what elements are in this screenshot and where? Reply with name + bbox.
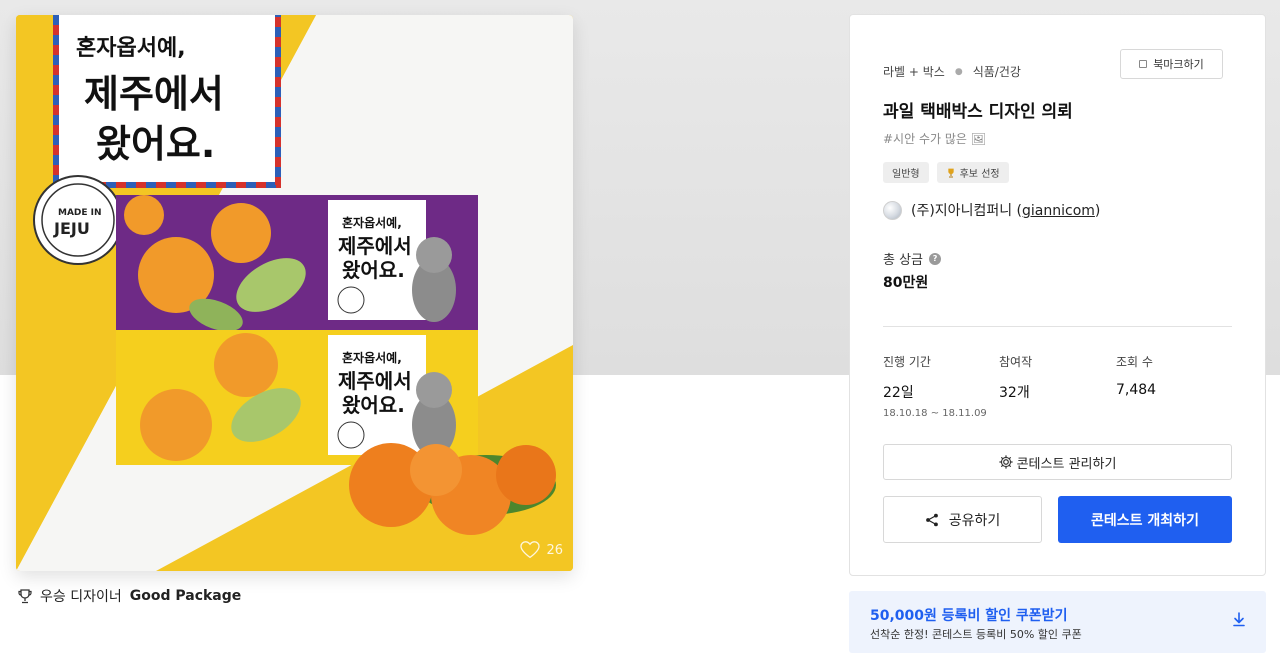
jeju-stamp-icon: MADE IN JEJU [33, 175, 123, 265]
trophy-icon [18, 588, 32, 603]
badge-candidate: 후보 선정 [936, 162, 1009, 183]
svg-text:혼자옵서예,: 혼자옵서예, [342, 215, 402, 230]
contest-hero-image[interactable]: 혼자옵서예, 제주에서 왔어요. MADE IN JEJU 혼자옵서예, 제주에… [16, 15, 573, 571]
stat-views: 조회 수 7,484 [1116, 353, 1156, 398]
svg-text:혼자옵서예,: 혼자옵서예, [76, 36, 186, 61]
purple-box-illustration: 혼자옵서예, 제주에서 왔어요. [116, 195, 478, 332]
coupon-title: 50,000원 등록비 할인 쿠폰받기 [870, 608, 1068, 624]
help-icon[interactable]: ? [929, 252, 942, 265]
period-range: 18.10.18 ~ 18.11.09 [883, 408, 987, 419]
coupon-banner[interactable]: 50,000원 등록비 할인 쿠폰받기 선착순 한정! 콘테스트 등록비 50%… [849, 591, 1266, 653]
download-icon[interactable] [1232, 612, 1246, 627]
prize-value: 80만원 [883, 275, 929, 291]
yellow-box-illustration: 혼자옵서예, 제주에서 왔어요. [116, 330, 478, 465]
winner-designer: 우승 디자이너 Good Package [18, 586, 241, 606]
contest-info-card: 라벨 + 박스 ● 식품/건강 북마크하기 과일 택배박스 디자인 의뢰 #시안… [849, 14, 1266, 576]
winner-name[interactable]: Good Package [130, 588, 242, 604]
category-breadcrumb: 라벨 + 박스 ● 식품/건강 [883, 63, 1021, 80]
gear-icon [998, 455, 1013, 469]
separator-dot: ● [954, 66, 963, 77]
svg-text:제주에서: 제주에서 [84, 72, 224, 116]
manage-contest-label: 콘테스트 관리하기 [1016, 456, 1117, 472]
contest-title: 과일 택배박스 디자인 의뢰 [883, 102, 1073, 122]
prize-label: 총 상금 ? [883, 249, 942, 268]
divider [883, 326, 1232, 327]
heart-icon [520, 541, 541, 559]
trophy-icon [947, 168, 954, 178]
company-info: (주)지아니컴퍼니 (giannicom) [883, 200, 1100, 220]
category-field[interactable]: 식품/건강 [973, 63, 1021, 80]
coupon-subtitle: 선착순 한정! 콘테스트 등록비 50% 할인 쿠폰 [870, 628, 1082, 641]
category-type[interactable]: 라벨 + 박스 [883, 63, 945, 80]
share-button[interactable]: 공유하기 [883, 496, 1042, 543]
hero-illustration: 혼자옵서예, 제주에서 왔어요. MADE IN JEJU 혼자옵서예, 제주에… [16, 15, 573, 571]
host-contest-button[interactable]: 콘테스트 개최하기 [1058, 496, 1232, 543]
svg-text:혼자옵서예,: 혼자옵서예, [342, 350, 402, 365]
share-label: 공유하기 [948, 512, 1001, 529]
prize-label-text: 총 상금 [883, 253, 924, 268]
host-contest-label: 콘테스트 개최하기 [1091, 512, 1199, 529]
svg-text:제주에서: 제주에서 [338, 369, 412, 393]
svg-text:JEJU: JEJU [53, 219, 90, 238]
bookmark-label: 북마크하기 [1153, 58, 1204, 71]
period-value: 22일 [883, 385, 914, 401]
svg-text:제주에서: 제주에서 [338, 234, 412, 258]
views-label: 조회 수 [1116, 355, 1153, 369]
winner-prefix: 우승 디자이너 [40, 589, 122, 605]
contest-tagline: #시안 수가 많은 🖼 [883, 132, 986, 146]
svg-text:왔어요.: 왔어요. [342, 393, 405, 417]
share-icon [925, 513, 938, 526]
manage-contest-button[interactable]: 콘테스트 관리하기 [883, 444, 1232, 480]
badge-type: 일반형 [883, 162, 929, 183]
company-profile-link[interactable]: giannicom [1022, 203, 1095, 219]
like-counter[interactable]: 26 [520, 541, 563, 559]
company-logo-icon [883, 200, 902, 220]
badge-type-label: 일반형 [892, 169, 920, 180]
period-label: 진행 기간 [883, 355, 931, 369]
company-name: (주)지아니컴퍼니 [911, 203, 1013, 219]
badge-list: 일반형 후보 선정 [883, 162, 1009, 183]
stat-entries: 참여작 32개 [999, 353, 1032, 402]
like-count: 26 [546, 542, 563, 558]
views-value: 7,484 [1116, 382, 1157, 398]
postcard-label: 혼자옵서예, 제주에서 왔어요. [53, 15, 281, 188]
entries-value: 32개 [999, 385, 1030, 401]
bookmark-button[interactable]: 북마크하기 [1120, 49, 1223, 79]
svg-text:왔어요.: 왔어요. [96, 122, 215, 166]
svg-text:MADE IN: MADE IN [58, 208, 102, 218]
bookmark-icon [1139, 60, 1148, 68]
stat-period: 진행 기간 22일 18.10.18 ~ 18.11.09 [883, 353, 987, 419]
entries-label: 참여작 [999, 355, 1033, 369]
badge-candidate-label: 후보 선정 [959, 169, 1000, 180]
svg-text:왔어요.: 왔어요. [342, 258, 405, 282]
